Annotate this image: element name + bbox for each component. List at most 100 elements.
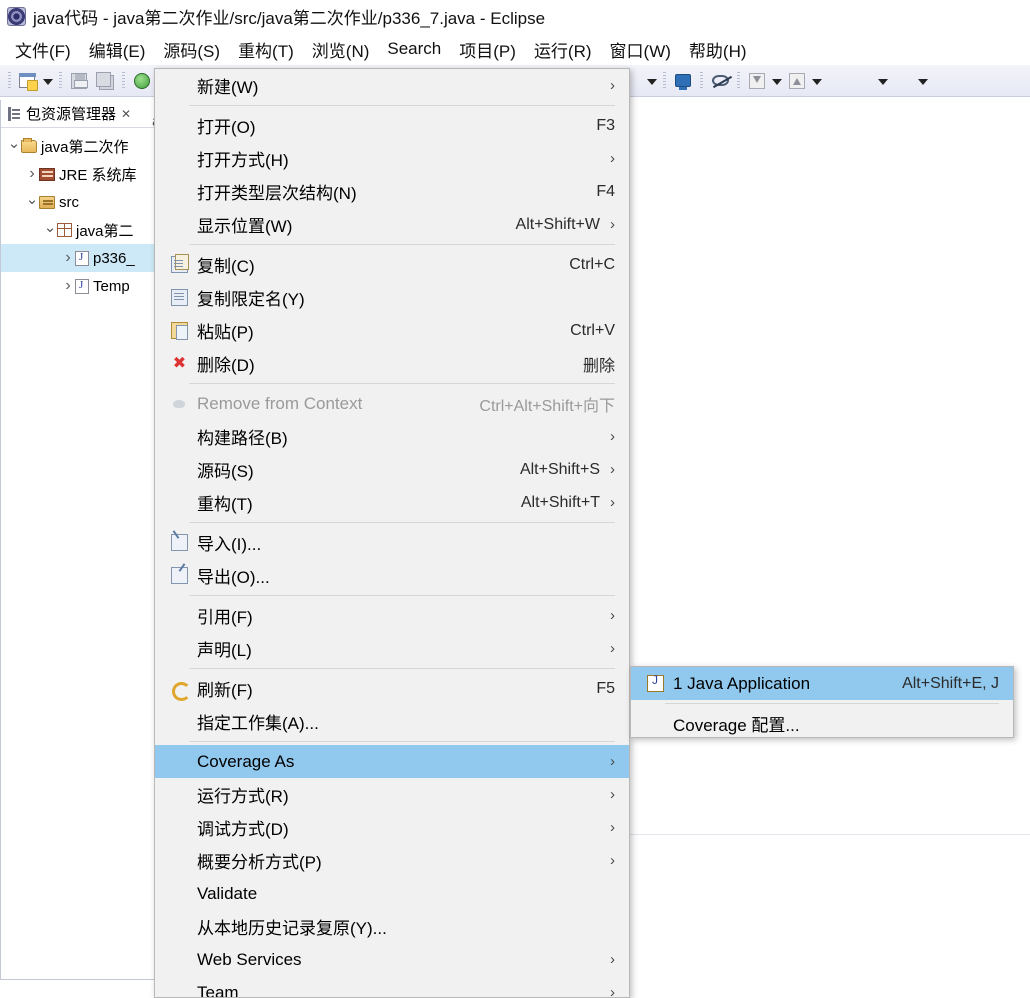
menubar-item-9[interactable]: 帮助(H)	[680, 35, 756, 64]
eclipse-icon	[7, 7, 26, 26]
context-menu-item-6[interactable]: 复制限定名(Y)	[155, 281, 629, 314]
chevron-right-icon[interactable]	[25, 165, 39, 183]
menu-item-label: 构建路径(B)	[197, 429, 288, 448]
chevron-right-icon: ›	[610, 428, 615, 445]
menu-item-label: Web Services	[197, 949, 302, 969]
tree-item-5[interactable]: Temp	[1, 272, 157, 300]
submenu-item-0[interactable]: 1 Java Application Alt+Shift+E, J	[631, 667, 1013, 700]
new-wizard-button[interactable]	[16, 69, 40, 93]
chevron-right-icon: ›	[610, 216, 615, 233]
forward-navigation-icon[interactable]	[891, 69, 915, 93]
back-navigation-dropdown[interactable]	[876, 69, 890, 93]
menubar-item-8[interactable]: 窗口(W)	[601, 35, 680, 64]
context-menu-item-7[interactable]: 粘贴(P) Ctrl+V	[155, 314, 629, 347]
context-menu-item-4[interactable]: 显示位置(W) Alt+Shift+W ›	[155, 208, 629, 241]
context-menu-item-26[interactable]: Team ›	[155, 976, 629, 998]
menu-item-label: 重构(T)	[197, 495, 253, 514]
new-wizard-dropdown[interactable]	[41, 69, 55, 93]
tree-item-4[interactable]: p336_	[1, 244, 157, 272]
chevron-right-icon: ›	[610, 77, 615, 94]
menu-separator	[189, 668, 615, 669]
context-menu-item-21[interactable]: 调试方式(D) ›	[155, 811, 629, 844]
menu-item-accelerator: Alt+Shift+T	[520, 493, 600, 511]
java-file-icon	[75, 250, 89, 266]
menubar-item-4[interactable]: 浏览(N)	[303, 35, 379, 64]
submenu-item-1[interactable]: Coverage 配置...	[631, 707, 1013, 740]
chevron-right-icon[interactable]	[61, 249, 75, 267]
context-menu-item-2[interactable]: 打开方式(H) ›	[155, 142, 629, 175]
context-menu-item-14[interactable]: 导出(O)...	[155, 559, 629, 592]
forward-navigation-dropdown[interactable]	[916, 69, 930, 93]
context-menu-item-10[interactable]: 构建路径(B) ›	[155, 420, 629, 453]
context-menu-item-18[interactable]: 指定工作集(A)...	[155, 705, 629, 738]
menu-separator	[189, 741, 615, 742]
menu-item-label: 刷新(F)	[197, 681, 253, 700]
context-menu-item-1[interactable]: 打开(O) F3	[155, 109, 629, 142]
chevron-down-icon[interactable]	[43, 221, 57, 239]
chevron-down-icon[interactable]	[7, 137, 21, 155]
menubar-item-3[interactable]: 重构(T)	[229, 35, 303, 64]
paste-icon	[171, 322, 188, 340]
context-menu-item-23[interactable]: Validate	[155, 877, 629, 910]
context-menu-item-16[interactable]: 声明(L) ›	[155, 632, 629, 665]
step-into-dropdown[interactable]	[770, 69, 784, 93]
context-menu-item-3[interactable]: 打开类型层次结构(N) F4	[155, 175, 629, 208]
menu-item-accelerator: 删除	[582, 357, 615, 375]
back-navigation-icon[interactable]	[851, 69, 875, 93]
menubar-item-5[interactable]: Search	[378, 37, 450, 61]
tree-item-1[interactable]: JRE 系统库	[1, 160, 157, 188]
menubar-item-6[interactable]: 项目(P)	[450, 35, 525, 64]
chevron-right-icon: ›	[610, 607, 615, 624]
tree-item-2[interactable]: src	[1, 188, 157, 216]
chevron-right-icon: ›	[610, 819, 615, 836]
package-explorer-icon	[7, 106, 21, 121]
refresh-icon	[171, 680, 191, 701]
context-menu-item-15[interactable]: 引用(F) ›	[155, 599, 629, 632]
menu-item-label: Team	[197, 982, 239, 998]
step-into-button[interactable]	[745, 69, 769, 93]
context-menu-item-17[interactable]: 刷新(F) F5	[155, 672, 629, 705]
skip-breakpoints-button[interactable]	[708, 69, 732, 93]
context-menu-item-19[interactable]: Coverage As ›	[155, 745, 629, 778]
save-all-button[interactable]	[93, 69, 117, 93]
context-menu-item-0[interactable]: 新建(W) ›	[155, 69, 629, 102]
tree-item-label: java第二	[76, 222, 134, 240]
context-menu-item-13[interactable]: 导入(I)...	[155, 526, 629, 559]
context-menu-item-12[interactable]: 重构(T) Alt+Shift+T ›	[155, 486, 629, 519]
menu-item-label: 导入(I)...	[197, 535, 262, 554]
save-button[interactable]	[67, 69, 91, 93]
chevron-down-icon[interactable]	[25, 193, 39, 211]
context-menu-item-25[interactable]: Web Services ›	[155, 943, 629, 976]
context-menu-item-22[interactable]: 概要分析方式(P) ›	[155, 844, 629, 877]
menu-item-label: 从本地历史记录复原(Y)...	[197, 919, 387, 938]
menu-item-label: 引用(F)	[197, 608, 253, 627]
eclipse-window: java代码 - java第二次作业/src/java第二次作业/p336_7.…	[0, 0, 1030, 998]
menubar-item-2[interactable]: 源码(S)	[154, 35, 229, 64]
context-menu-item-5[interactable]: 复制(C) Ctrl+C	[155, 248, 629, 281]
context-menu-item-20[interactable]: 运行方式(R) ›	[155, 778, 629, 811]
menubar-item-1[interactable]: 编辑(E)	[80, 35, 155, 64]
chevron-right-icon: ›	[610, 852, 615, 869]
window-title: java代码 - java第二次作业/src/java第二次作业/p336_7.…	[33, 9, 546, 28]
back-last-edit-icon[interactable]	[825, 69, 849, 93]
menubar-item-0[interactable]: 文件(F)	[6, 35, 80, 64]
context-menu-item-24[interactable]: 从本地历史记录复原(Y)...	[155, 910, 629, 943]
copy-icon	[171, 254, 189, 273]
debug-button[interactable]	[130, 69, 154, 93]
menu-item-accelerator: F4	[596, 182, 615, 200]
chevron-right-icon[interactable]	[61, 277, 75, 295]
menu-item-label: Coverage 配置...	[673, 716, 800, 735]
menu-item-label: 导出(O)...	[197, 568, 270, 587]
package-icon	[57, 223, 72, 237]
context-menu-item-8[interactable]: ✖ 删除(D) 删除	[155, 347, 629, 380]
menu-item-label: 打开类型层次结构(N)	[197, 184, 357, 203]
run-dropdown[interactable]	[645, 69, 659, 93]
step-out-dropdown[interactable]	[810, 69, 824, 93]
menu-item-accelerator: Alt+Shift+W	[515, 215, 600, 233]
context-menu-item-11[interactable]: 源码(S) Alt+Shift+S ›	[155, 453, 629, 486]
menubar-item-7[interactable]: 运行(R)	[525, 35, 601, 64]
console-button[interactable]	[671, 69, 695, 93]
export-icon	[171, 567, 188, 584]
step-out-button[interactable]	[785, 69, 809, 93]
tree-item-3[interactable]: java第二	[1, 216, 157, 244]
